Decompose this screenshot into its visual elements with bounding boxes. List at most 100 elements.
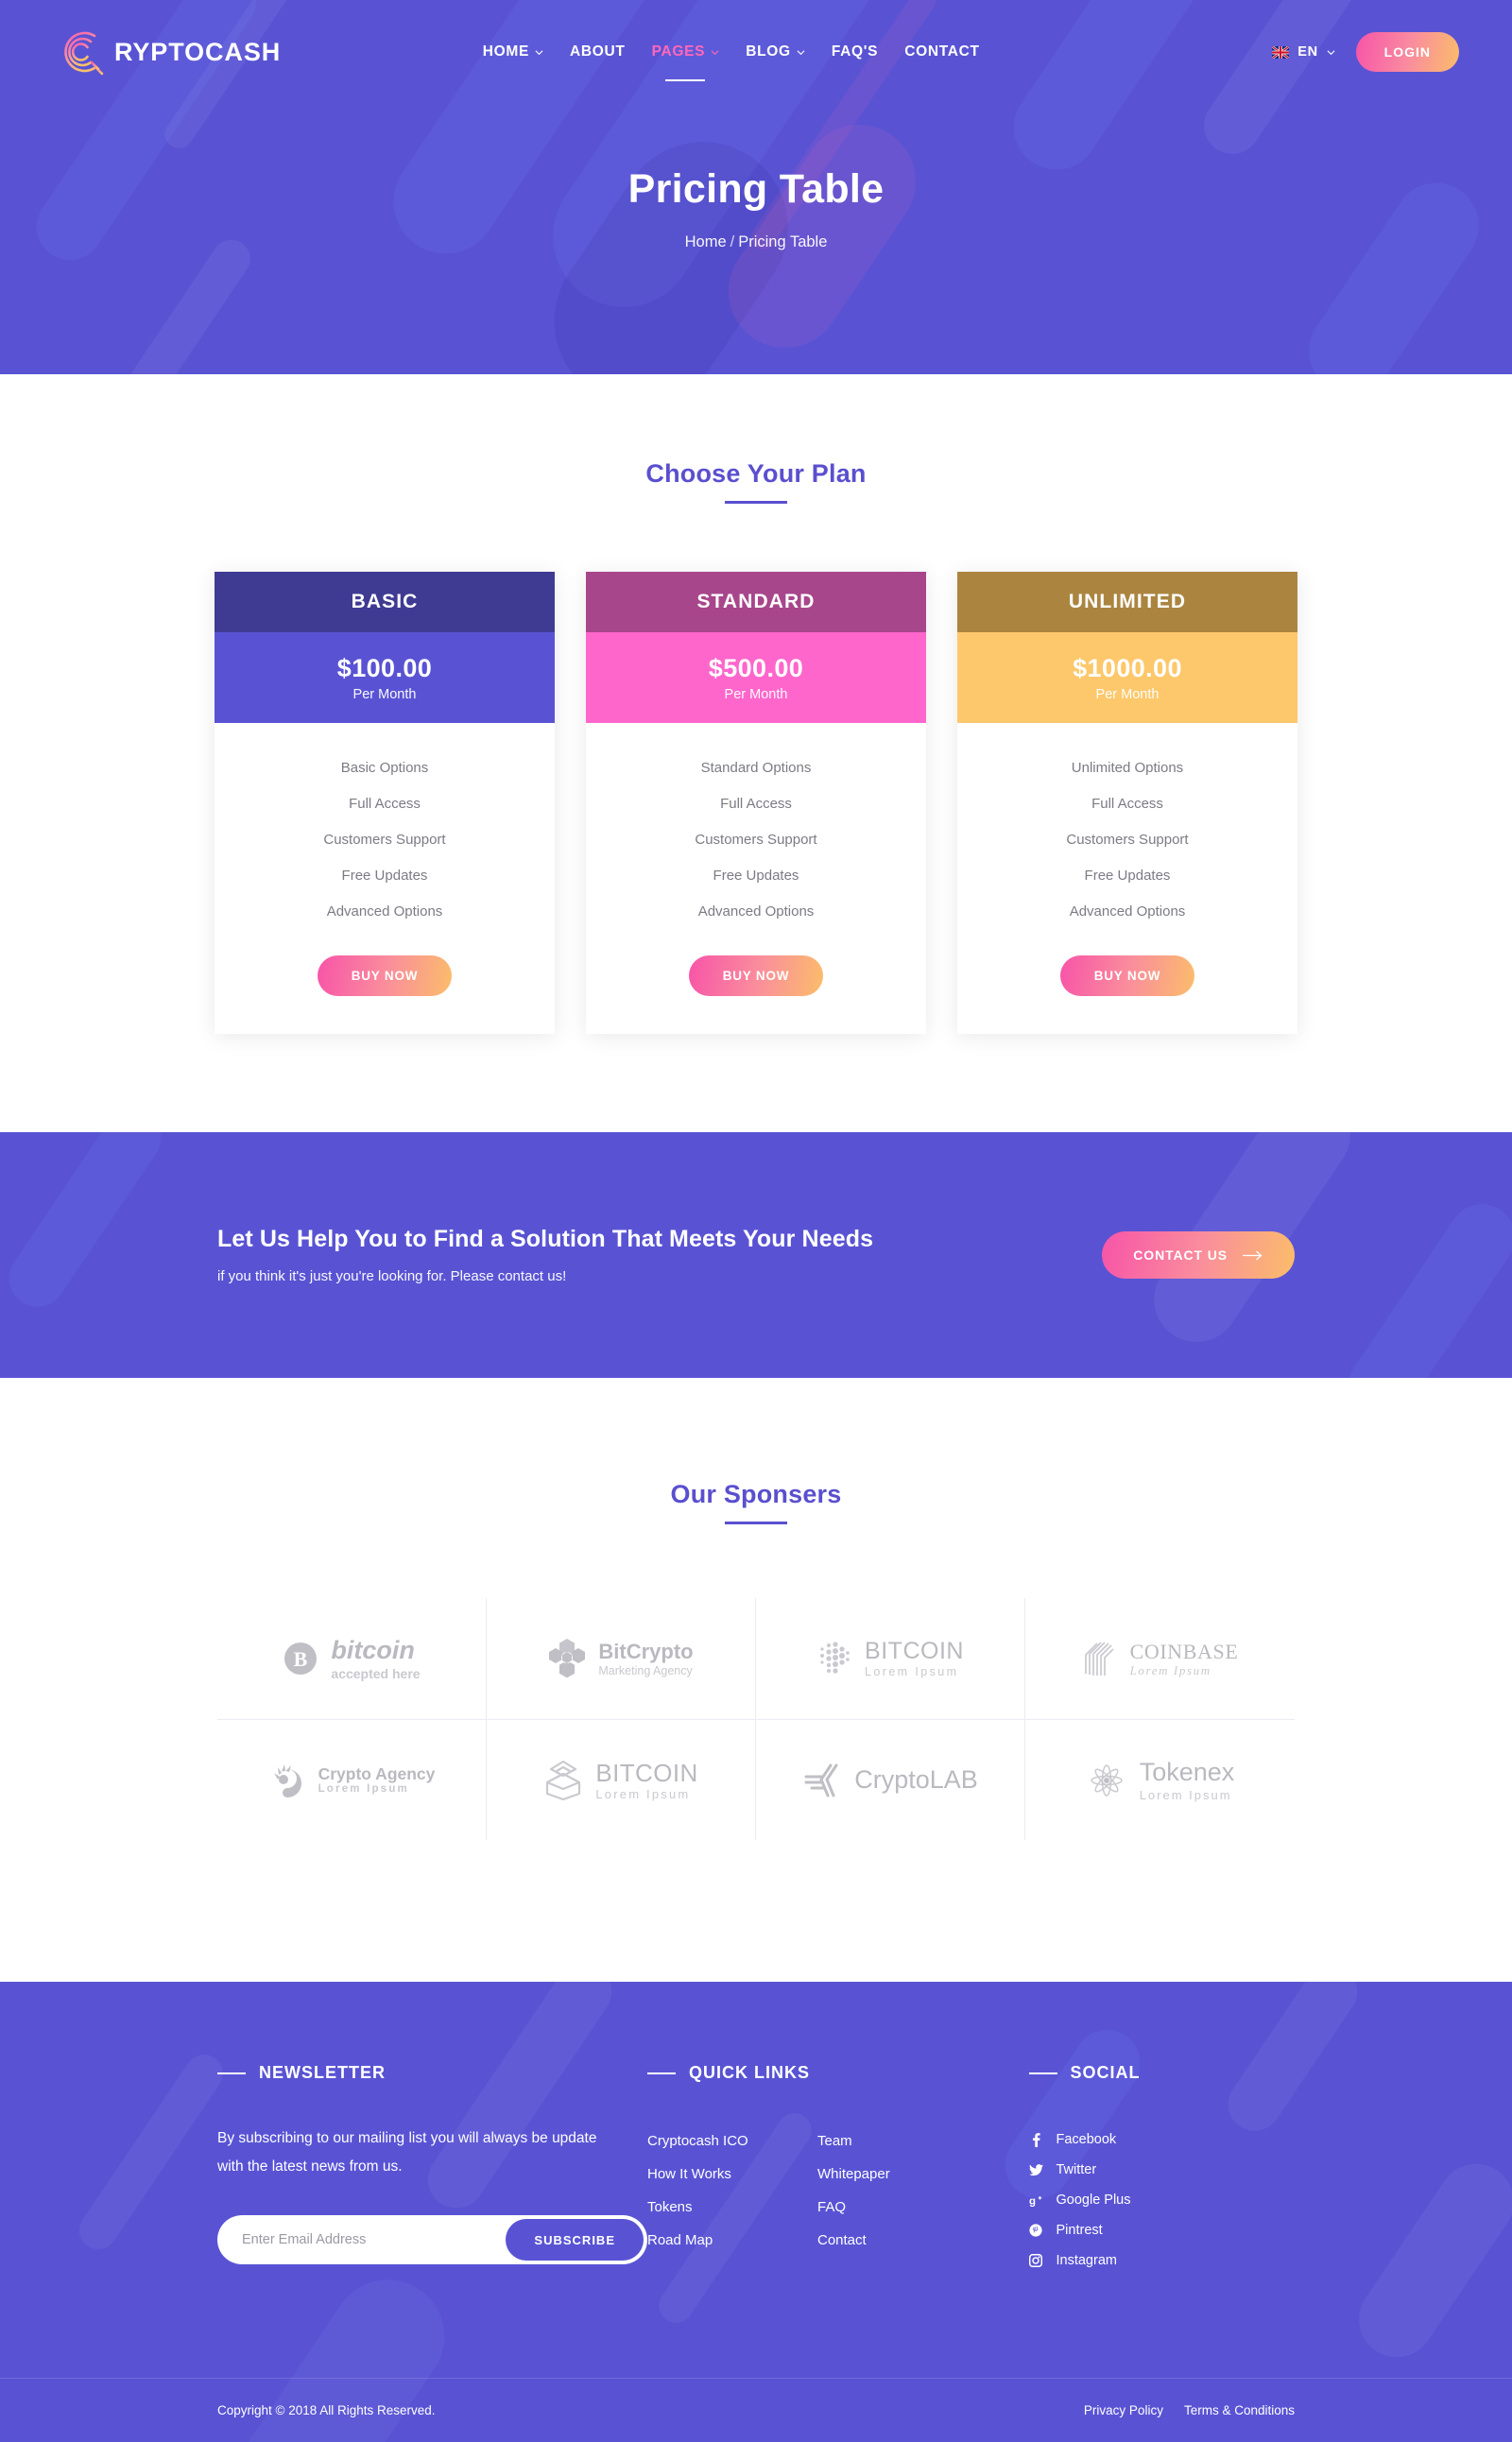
login-button[interactable]: LOGIN: [1355, 32, 1459, 72]
pricing-card-standard: STANDARD $500.00 Per Month Standard Opti…: [586, 572, 926, 1034]
contact-us-button[interactable]: CONTACT US: [1102, 1231, 1295, 1279]
plan-feature: Customers Support: [1066, 831, 1189, 848]
sponsor-bitcoin-dots[interactable]: BITCOIN Lorem Ipsum: [756, 1598, 1025, 1719]
sponsor-text: CryptoLAB: [854, 1765, 978, 1795]
plan-feature: Full Access: [1091, 795, 1163, 812]
twitter-icon: [1028, 2163, 1043, 2176]
plan-features: Basic Options Full Access Customers Supp…: [215, 723, 555, 938]
sponsor-sub: Lorem Ipsum: [318, 1782, 409, 1795]
plan-cta-wrap: BUY NOW: [586, 938, 926, 1034]
pricing-heading: Choose Your Plan: [0, 459, 1512, 504]
newsletter-heading-text: NEWSLETTER: [259, 2063, 386, 2082]
plan-price-band: $1000.00 Per Month: [957, 632, 1297, 723]
sponsors-heading: Our Sponsers: [0, 1480, 1512, 1524]
language-selector[interactable]: EN: [1272, 44, 1335, 60]
social-item-pinterest[interactable]: Pintrest: [1029, 2215, 1296, 2245]
quicklink-item[interactable]: Whitepaper: [817, 2158, 988, 2191]
quicklink-item[interactable]: Tokens: [647, 2191, 817, 2224]
sponsor-name: BitCrypto: [598, 1639, 694, 1663]
nav-item-faqs[interactable]: FAQ'S: [818, 38, 891, 66]
social-item-googleplus[interactable]: g Google Plus: [1029, 2185, 1296, 2215]
newsletter-text: By subscribing to our mailing list you w…: [217, 2130, 597, 2175]
copyright-text: Copyright © 2018 All Rights Reserved.: [217, 2403, 436, 2417]
sponsor-text: BITCOIN Lorem Ipsum: [865, 1638, 964, 1679]
breadcrumb-separator: /: [730, 233, 735, 250]
pinterest-icon: [1029, 2224, 1043, 2237]
sponsor-sub: accepted here: [331, 1665, 421, 1681]
quicklink-item[interactable]: How It Works: [647, 2158, 817, 2191]
sponsor-tokenex[interactable]: Tokenex Lorem Ipsum: [1025, 1719, 1295, 1840]
plan-features: Standard Options Full Access Customers S…: [586, 723, 926, 938]
site-logo[interactable]: RYPTOCASH: [53, 23, 281, 81]
active-nav-underline: [665, 79, 706, 81]
sponsor-coinbase[interactable]: COINBASE Lorem Ipsum: [1025, 1598, 1295, 1719]
cta-text: Let Us Help You to Find a Solution That …: [217, 1226, 873, 1284]
nav-label: BLOG: [746, 43, 791, 60]
pricing-card-basic: BASIC $100.00 Per Month Basic Options Fu…: [215, 572, 555, 1034]
plan-features: Unlimited Options Full Access Customers …: [957, 723, 1297, 938]
sponsor-bitcrypto[interactable]: BitCrypto Marketing Agency: [487, 1598, 756, 1719]
quicklink-item[interactable]: FAQ: [817, 2191, 988, 2224]
quicklink-item[interactable]: Road Map: [647, 2224, 817, 2257]
social-heading: SOCIAL: [1028, 2063, 1296, 2083]
nav-item-blog[interactable]: BLOG: [732, 38, 818, 66]
main-nav: HOME ABOUT PAGES BLOG FAQ'S CONTACT: [470, 38, 993, 81]
nav-item-home[interactable]: HOME: [470, 38, 557, 66]
sponsor-sub: Lorem Ipsum: [595, 1787, 691, 1802]
sponsors-section: Our Sponsers B bitcoin accepted here Bit…: [0, 1378, 1512, 1982]
chevron-down-icon: [1327, 49, 1335, 55]
social-item-facebook[interactable]: Facebook: [1029, 2124, 1296, 2155]
social-item-twitter[interactable]: Twitter: [1028, 2155, 1296, 2185]
contact-us-label: CONTACT US: [1133, 1247, 1228, 1263]
plan-feature: Advanced Options: [326, 903, 443, 920]
copyright-bar: Copyright © 2018 All Rights Reserved. Pr…: [0, 2378, 1512, 2442]
nav-label: CONTACT: [904, 43, 980, 60]
sponsor-text: BitCrypto Marketing Agency: [598, 1640, 693, 1677]
nav-item-about[interactable]: ABOUT: [557, 38, 639, 66]
social-label: Instagram: [1056, 2253, 1117, 2268]
sponsor-name: COINBASE: [1129, 1639, 1239, 1663]
sponsor-crypto-agency[interactable]: Crypto Agency Lorem Ipsum: [217, 1719, 487, 1840]
quicklink-item[interactable]: Team: [817, 2124, 988, 2158]
bitcoin-coin-icon: B: [284, 1642, 318, 1675]
sponsors-heading-text: Our Sponsers: [670, 1480, 842, 1508]
instagram-icon: [1029, 2254, 1043, 2267]
sponsor-bitcoin-accepted[interactable]: B bitcoin accepted here: [217, 1598, 487, 1719]
email-input[interactable]: [221, 2232, 507, 2248]
sponsor-cryptolab[interactable]: CryptoLAB: [756, 1719, 1025, 1840]
cta-title: Let Us Help You to Find a Solution That …: [217, 1226, 874, 1252]
cryptocash-c-logo-icon: [64, 31, 104, 76]
privacy-policy-link[interactable]: Privacy Policy: [1084, 2403, 1163, 2417]
bitcoin-cube-icon: [546, 1760, 581, 1800]
quicklink-item[interactable]: Contact: [817, 2224, 988, 2257]
quicklinks-col-2: Team Whitepaper FAQ Contact: [817, 2124, 988, 2257]
plan-price-band: $500.00 Per Month: [586, 632, 926, 723]
quicklink-item[interactable]: Cryptocash ICO: [647, 2124, 817, 2158]
nav-label: ABOUT: [570, 43, 626, 60]
nav-item-pages[interactable]: PAGES: [639, 38, 733, 81]
plan-name: BASIC: [215, 572, 555, 632]
page-title: Pricing Table: [627, 166, 885, 212]
sponsor-bitcoin-cube[interactable]: BITCOIN Lorem Ipsum: [487, 1719, 756, 1840]
quicklinks-col-1: Cryptocash ICO How It Works Tokens Road …: [647, 2124, 817, 2257]
footer-social-column: SOCIAL Facebook Twitter g Google Plus Pi…: [1028, 2063, 1296, 2276]
buy-now-button-basic[interactable]: BUY NOW: [317, 955, 453, 996]
footer-columns: NEWSLETTER By subscribing to our mailing…: [0, 2063, 1512, 2276]
buy-now-button-standard[interactable]: BUY NOW: [688, 955, 824, 996]
social-label: Twitter: [1056, 2162, 1097, 2177]
plan-feature: Basic Options: [340, 759, 429, 776]
buy-now-button-unlimited[interactable]: BUY NOW: [1059, 955, 1195, 996]
plan-period: Per Month: [352, 686, 417, 702]
social-item-instagram[interactable]: Instagram: [1029, 2245, 1296, 2276]
subscribe-button[interactable]: SUBSCRIBE: [506, 2219, 644, 2261]
navbar-right: EN LOGIN: [1272, 32, 1459, 72]
plan-price: $1000.00: [1073, 653, 1182, 682]
terms-conditions-link[interactable]: Terms & Conditions: [1184, 2403, 1295, 2417]
plan-feature: Full Access: [720, 795, 792, 812]
heading-underline: [725, 501, 787, 504]
nav-item-contact[interactable]: CONTACT: [891, 38, 993, 66]
bitcrypto-hex-cluster-icon: [549, 1639, 586, 1678]
breadcrumb-home[interactable]: Home: [685, 233, 727, 250]
crypto-agency-sunburst-icon: [273, 1763, 301, 1797]
sponsor-sub: Marketing Agency: [598, 1663, 693, 1677]
